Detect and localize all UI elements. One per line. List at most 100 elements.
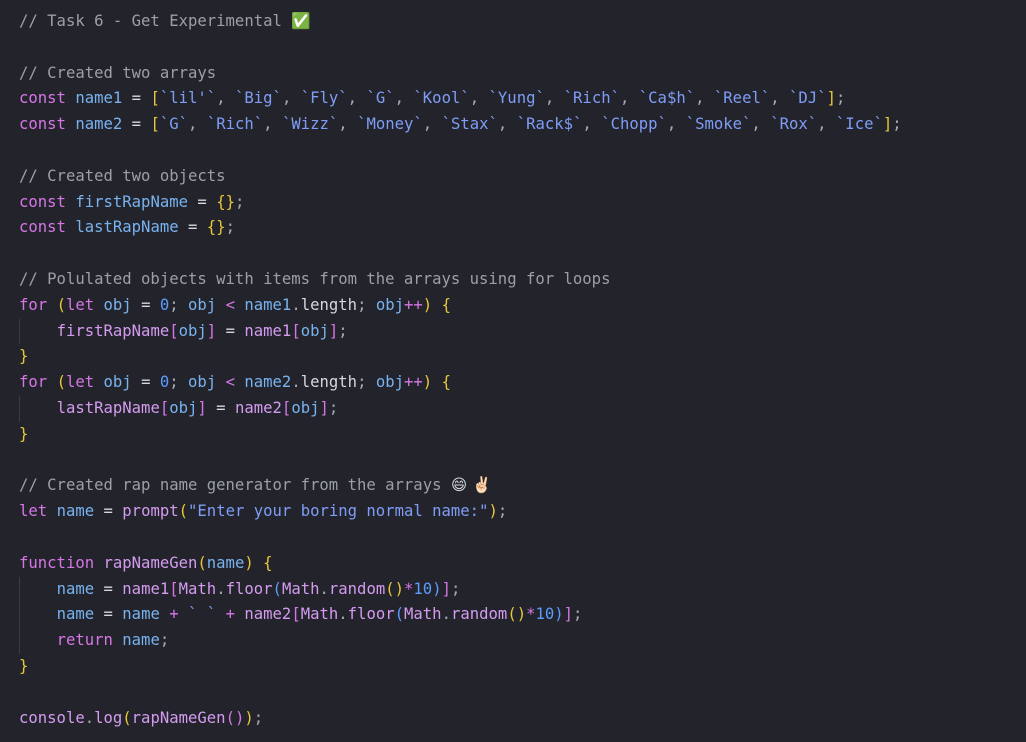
code-line[interactable]: const lastRapName = {};	[19, 215, 1019, 241]
code-token: (	[272, 579, 282, 598]
code-token: {}	[206, 218, 226, 237]
code-line[interactable]: name = name + ` ` + name2[Math.floor(Mat…	[19, 602, 1019, 629]
code-token: log	[94, 708, 123, 727]
code-token: =	[122, 115, 151, 134]
code-editor[interactable]: // Task 6 - Get Experimental ✅ // Created…	[19, 9, 1019, 731]
code-line[interactable]: }	[19, 344, 1019, 370]
code-token: `Rich`	[206, 115, 264, 134]
code-token: obj	[169, 398, 198, 417]
code-token: obj	[178, 321, 207, 340]
code-line[interactable]: for (let obj = 0; obj < name2.length; ob…	[19, 370, 1019, 396]
code-token: rapNameGen	[103, 553, 198, 572]
code-token: 0	[159, 295, 170, 314]
code-line[interactable]: const name2 = [`G`, `Rich`, `Wizz`, `Mon…	[19, 112, 1019, 138]
code-line[interactable]	[19, 138, 1019, 164]
code-token: ()	[385, 579, 405, 598]
code-token: Math	[300, 605, 339, 624]
code-line[interactable]: // Task 6 - Get Experimental ✅	[19, 9, 1019, 35]
code-token: ;	[338, 321, 348, 340]
code-line[interactable]: lastRapName[obj] = name2[obj];	[19, 395, 1019, 422]
code-token: for	[19, 295, 57, 314]
code-token: Math	[404, 605, 442, 624]
code-token: [	[169, 579, 179, 598]
code-token: (	[197, 553, 207, 572]
code-token: ,	[347, 89, 367, 108]
code-line[interactable]: const firstRapName = {};	[19, 190, 1019, 216]
code-token: ()	[507, 605, 527, 624]
code-line[interactable]: name = name1[Math.floor(Math.random()*10…	[19, 576, 1019, 603]
code-line[interactable]	[19, 680, 1019, 706]
code-token: function	[19, 553, 104, 572]
code-token: ;	[234, 192, 245, 211]
code-token: )	[244, 708, 254, 727]
code-line[interactable]: // Created rap name generator from the a…	[19, 473, 1019, 499]
code-token: +	[159, 605, 189, 624]
code-token: ,	[338, 115, 358, 134]
code-line[interactable]: const name1 = [`lil'`, `Big`, `Fly`, `G`…	[19, 86, 1019, 112]
code-token: =	[188, 192, 217, 211]
code-token: =	[216, 321, 245, 340]
code-token: name1	[75, 89, 123, 108]
code-token: ()	[225, 708, 245, 727]
code-token: name1	[122, 579, 170, 598]
code-token: (	[56, 373, 66, 392]
code-line[interactable]: return name;	[19, 628, 1019, 654]
code-token: // Created rap name generator from the a…	[19, 476, 451, 495]
code-token: }	[19, 424, 29, 443]
code-line[interactable]: for (let obj = 0; obj < name1.length; ob…	[19, 293, 1019, 319]
code-token: `Stax`	[441, 115, 498, 134]
code-token: )	[422, 295, 442, 314]
code-token: ,	[770, 89, 790, 108]
code-token: ,	[263, 115, 282, 134]
code-token: ` `	[188, 605, 217, 624]
code-token: obj	[291, 398, 320, 417]
code-token: ;	[497, 502, 508, 521]
code-token: .	[291, 373, 301, 392]
code-line[interactable]	[19, 525, 1019, 551]
code-token: prompt	[122, 502, 179, 521]
code-token: // Polulated objects with items from the…	[19, 269, 611, 288]
code-token: )	[432, 579, 442, 598]
code-token: ;	[357, 373, 376, 392]
code-token: ,	[582, 115, 602, 134]
code-token: ;	[892, 115, 902, 134]
code-token: *	[404, 579, 414, 598]
code-token: .	[291, 295, 301, 314]
code-token: ;	[253, 708, 264, 727]
code-line[interactable]: let name = prompt("Enter your boring nor…	[19, 499, 1019, 525]
code-line[interactable]: }	[19, 422, 1019, 448]
code-line[interactable]: console.log(rapNameGen());	[19, 706, 1019, 732]
indent-guide	[19, 628, 20, 654]
code-line[interactable]	[19, 35, 1019, 61]
code-token: const	[19, 192, 76, 211]
emoji-icon: ✅	[291, 12, 311, 30]
code-token: let	[65, 295, 104, 314]
code-line[interactable]: // Created two arrays	[19, 61, 1019, 87]
emoji-icon: 😄 ✌🏻	[450, 476, 492, 495]
code-token: // Task 6 - Get Experimental	[19, 12, 292, 30]
code-token: `Ca$h`	[638, 89, 696, 108]
code-line[interactable]	[19, 241, 1019, 267]
code-token: =	[131, 295, 160, 314]
code-line[interactable]	[19, 448, 1019, 474]
code-token: .	[338, 605, 348, 624]
code-token: [	[291, 605, 301, 624]
code-line[interactable]: }	[19, 654, 1019, 680]
code-token: }	[19, 656, 29, 675]
code-line[interactable]: firstRapName[obj] = name1[obj];	[19, 318, 1019, 345]
code-token: name2	[244, 605, 292, 624]
code-token: {	[263, 553, 273, 572]
code-token: .	[216, 579, 226, 598]
code-line[interactable]: function rapNameGen(name) {	[19, 551, 1019, 577]
code-token: random	[450, 605, 508, 624]
code-line[interactable]: // Polulated objects with items from the…	[19, 267, 1019, 293]
code-token: )	[244, 553, 264, 572]
indent-guide	[19, 602, 20, 629]
code-token: name2	[75, 115, 123, 134]
code-token: `Rack$`	[516, 115, 583, 134]
code-line[interactable]: // Created two objects	[19, 164, 1019, 190]
code-token: +	[216, 605, 245, 624]
code-token: [	[169, 321, 179, 340]
